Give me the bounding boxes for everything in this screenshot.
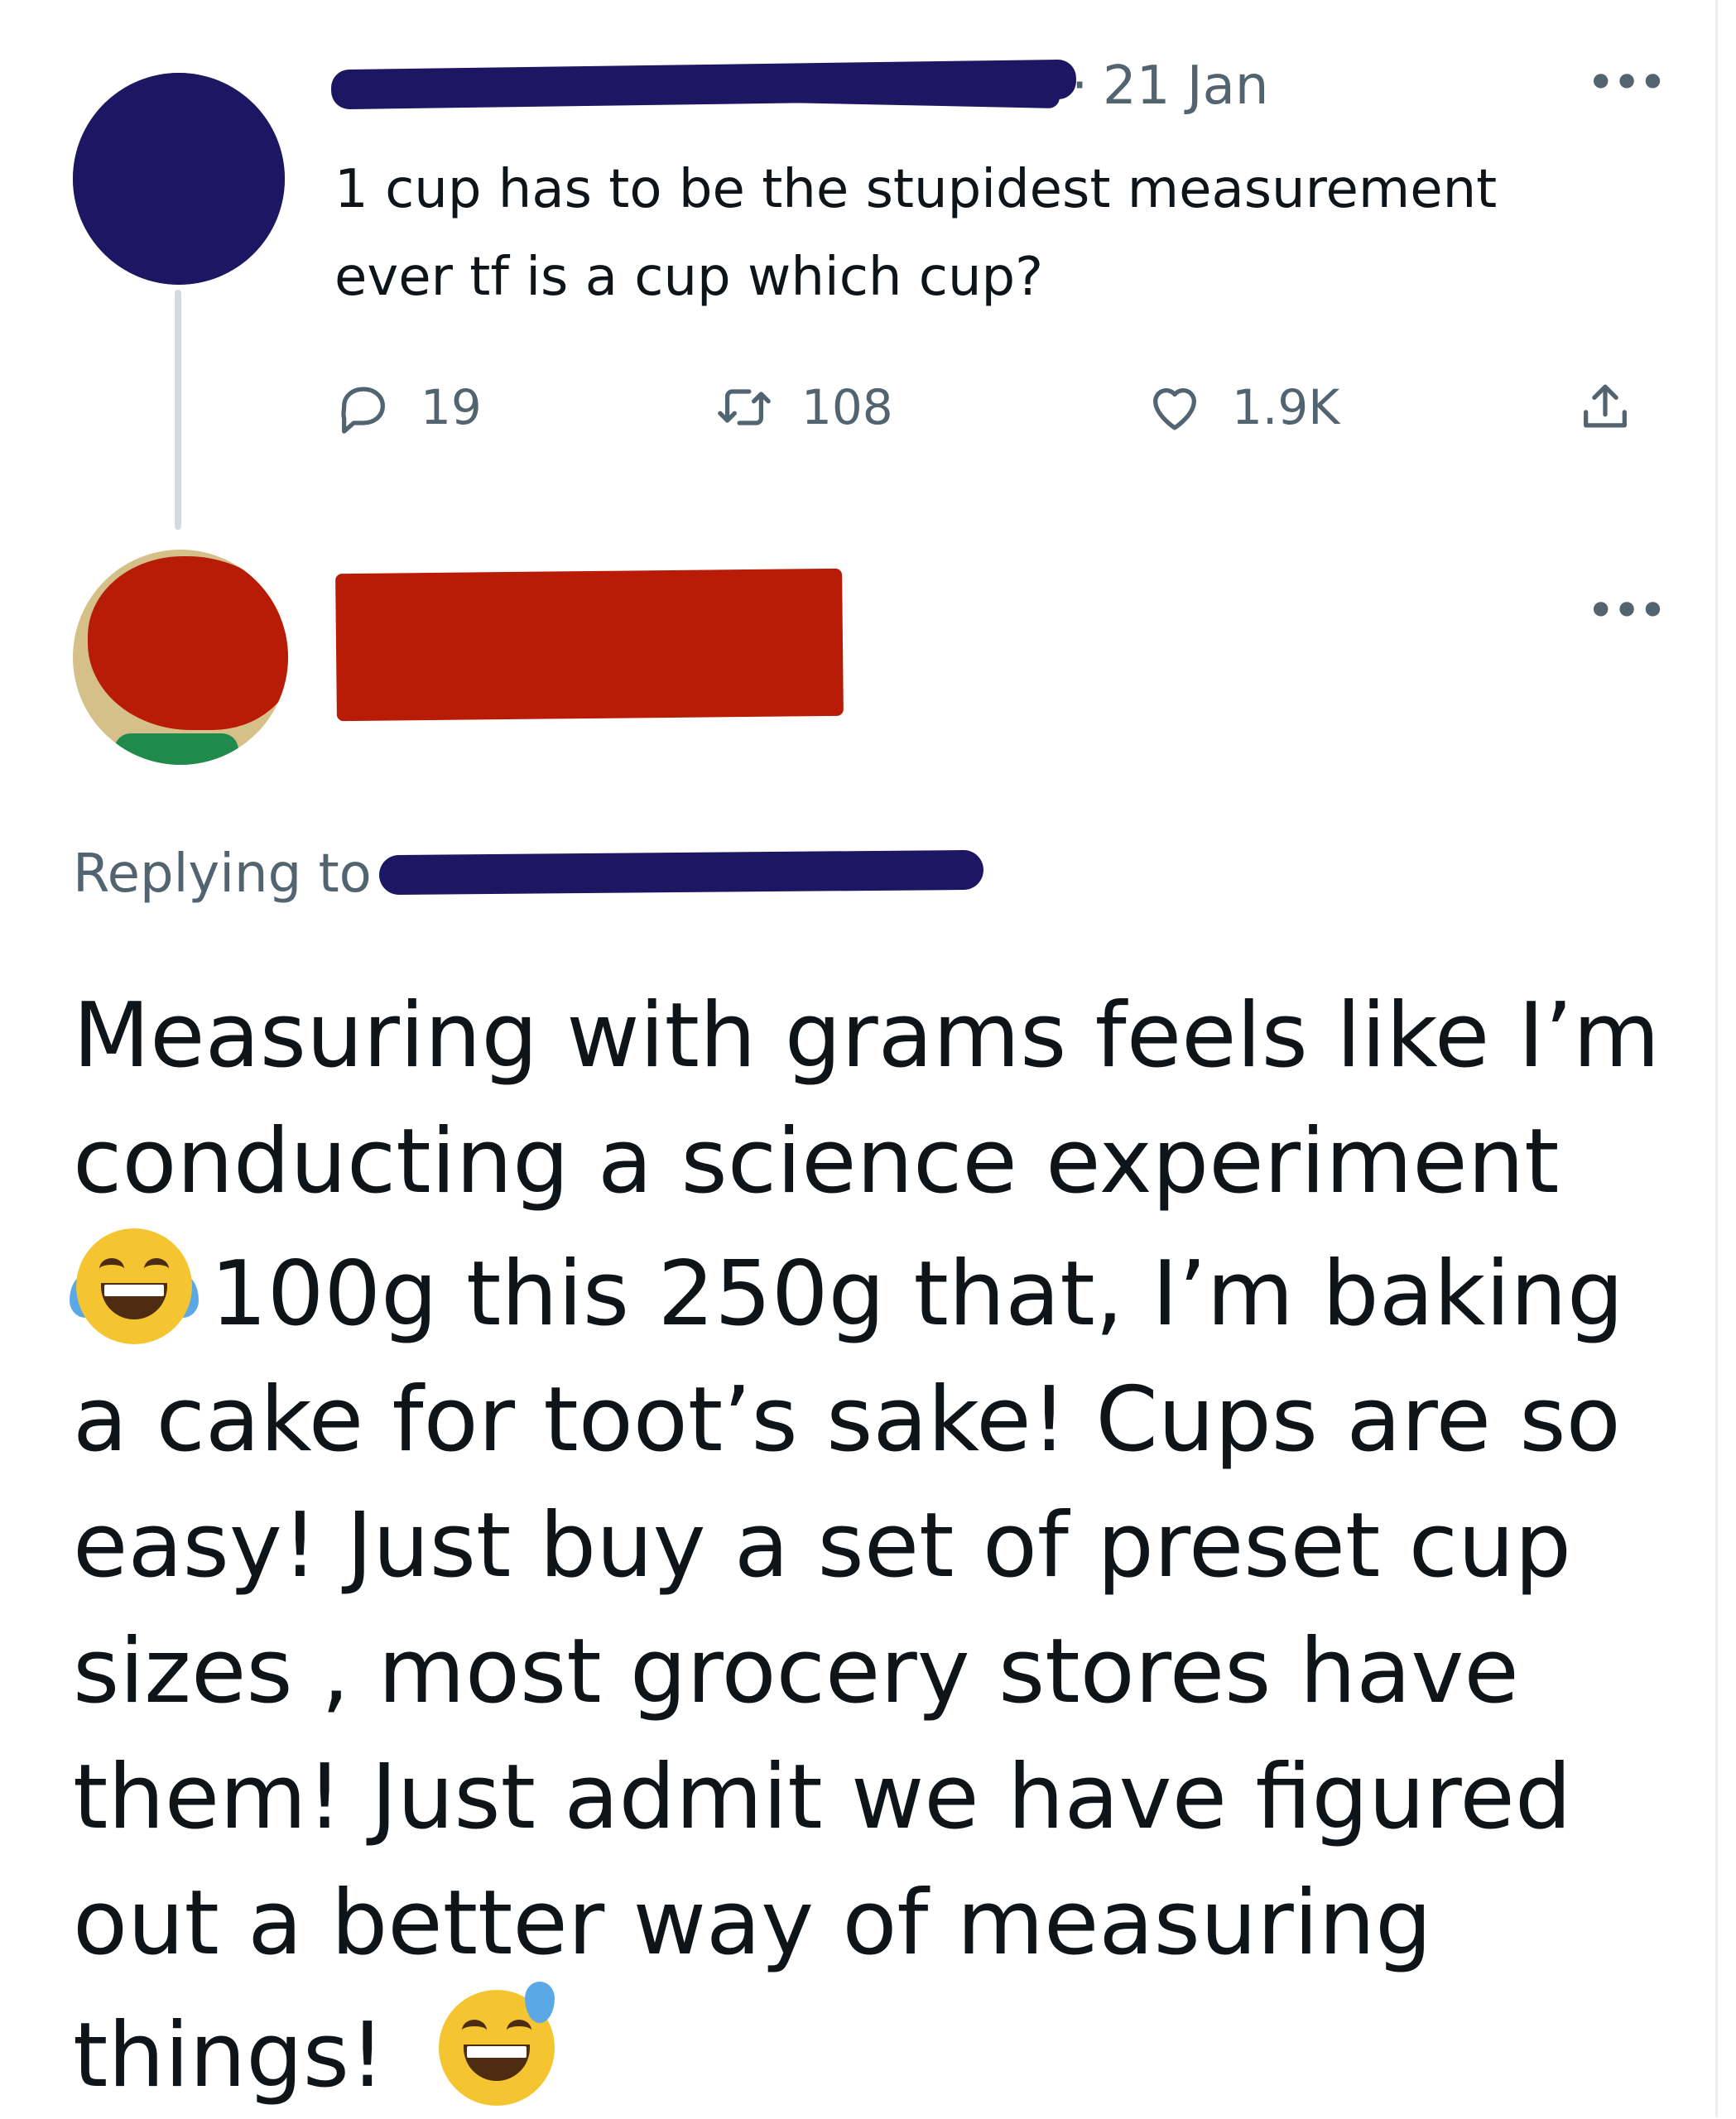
grinning-sweat-emoji — [435, 1982, 558, 2109]
retweet-icon — [718, 389, 771, 425]
retweet-count: 108 — [801, 379, 893, 435]
tweet-text: 1 cup has to be the stupidest measuremen… — [334, 159, 1498, 308]
redacted-handle — [378, 849, 984, 896]
heart-icon — [1153, 388, 1196, 430]
redaction-scribble — [88, 556, 288, 730]
reply-text: Measuring with grams feels like I’m cond… — [70, 973, 1695, 2119]
reply-text-part: Measuring with grams feels like I’m cond… — [73, 984, 1661, 1213]
tears-of-joy-emoji — [70, 1225, 199, 1348]
avatar-detail — [114, 733, 238, 765]
avatar[interactable] — [73, 550, 288, 765]
avatar[interactable] — [73, 73, 285, 285]
share-button[interactable] — [1576, 374, 1634, 440]
redaction-scribble — [73, 73, 285, 285]
reply-button[interactable]: 19 — [334, 374, 482, 440]
tweet-date[interactable]: 21 Jan — [1103, 53, 1268, 119]
reply-icon — [341, 387, 385, 434]
thread-line — [175, 290, 181, 530]
redacted-username — [335, 568, 844, 722]
retweet-button[interactable]: 108 — [715, 374, 893, 440]
like-button[interactable]: 1.9K — [1146, 374, 1339, 440]
panel-edge — [1715, 0, 1718, 2117]
more-icon[interactable]: ••• — [1586, 578, 1667, 644]
separator-dot: · — [1071, 55, 1089, 117]
tweet-actions: 19 108 1.9K — [334, 374, 1659, 440]
reply-text-part: 100g this 250g that, I’m baking a cake f… — [73, 1242, 1624, 2107]
share-icon — [1584, 384, 1627, 428]
more-icon[interactable]: ••• — [1586, 50, 1667, 116]
replying-to-label: Replying to — [73, 843, 372, 905]
reply-count: 19 — [421, 379, 482, 435]
like-count: 1.9K — [1232, 379, 1340, 435]
